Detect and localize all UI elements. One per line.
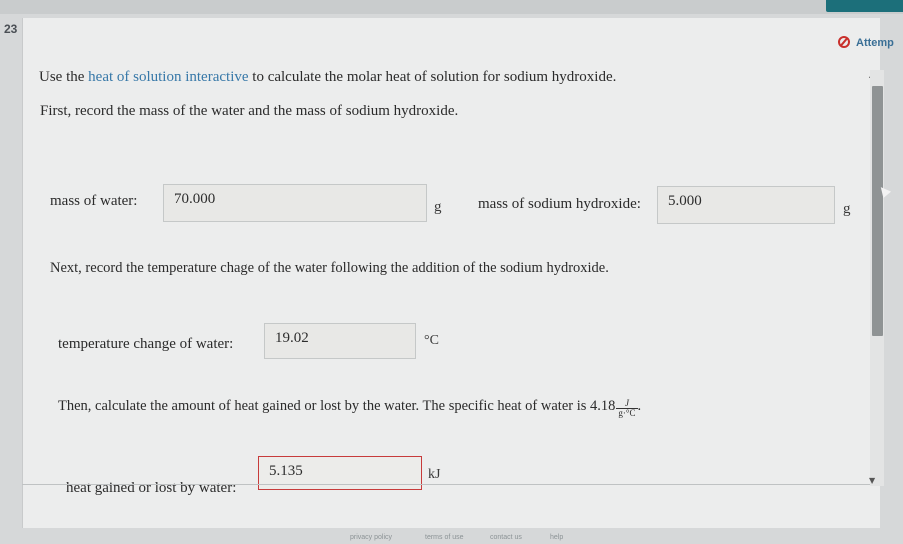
instruction-line-1: Use the heat of solution interactive to … bbox=[39, 69, 616, 86]
mass-naoh-label: mass of sodium hydroxide: bbox=[478, 196, 641, 212]
unit-denominator: g·°C bbox=[618, 408, 636, 418]
question-number: 23 bbox=[4, 22, 18, 36]
instruction-text: Use the bbox=[39, 69, 89, 85]
attempt-status: Attemp bbox=[838, 36, 894, 49]
instruction-line-3: Next, record the temperature chage of th… bbox=[50, 260, 609, 276]
heat-unit: kJ bbox=[428, 467, 441, 482]
top-accent-tab[interactable] bbox=[826, 0, 903, 12]
temp-change-unit: °C bbox=[424, 333, 439, 348]
footer-link-contact[interactable]: contact us bbox=[490, 534, 522, 541]
temp-change-input[interactable]: 19.02 bbox=[264, 323, 416, 359]
footer-link-terms[interactable]: terms of use bbox=[425, 534, 464, 541]
footer-link-privacy[interactable]: privacy policy bbox=[350, 534, 392, 541]
instruction-line-4: Then, calculate the amount of heat gaine… bbox=[58, 398, 641, 418]
mass-water-unit: g bbox=[434, 199, 442, 215]
mass-naoh-unit: g bbox=[843, 201, 851, 217]
mass-naoh-input[interactable]: 5.000 bbox=[657, 186, 835, 224]
mass-water-input[interactable]: 70.000 bbox=[163, 184, 427, 222]
heat-of-solution-link[interactable]: heat of solution interactive bbox=[88, 69, 248, 85]
instruction-line-2: First, record the mass of the water and … bbox=[40, 103, 459, 119]
attempt-label: Attemp bbox=[856, 37, 894, 49]
instruction-text: Then, calculate the amount of heat gaine… bbox=[58, 398, 616, 414]
footer-link-help[interactable]: help bbox=[550, 534, 563, 541]
content-divider bbox=[22, 484, 880, 485]
heat-label: heat gained or lost by water: bbox=[66, 480, 237, 496]
temp-change-label: temperature change of water: bbox=[58, 336, 234, 352]
top-bar bbox=[0, 0, 903, 14]
mass-water-label: mass of water: bbox=[50, 193, 138, 209]
scroll-down-arrow-icon[interactable]: ▼ bbox=[869, 476, 875, 485]
scrollbar-thumb[interactable] bbox=[872, 86, 883, 336]
no-entry-icon bbox=[838, 36, 850, 48]
instruction-text: . bbox=[637, 398, 642, 414]
instruction-text: to calculate the molar heat of solution … bbox=[248, 69, 617, 85]
specific-heat-unit: Jg·°C bbox=[616, 399, 638, 418]
